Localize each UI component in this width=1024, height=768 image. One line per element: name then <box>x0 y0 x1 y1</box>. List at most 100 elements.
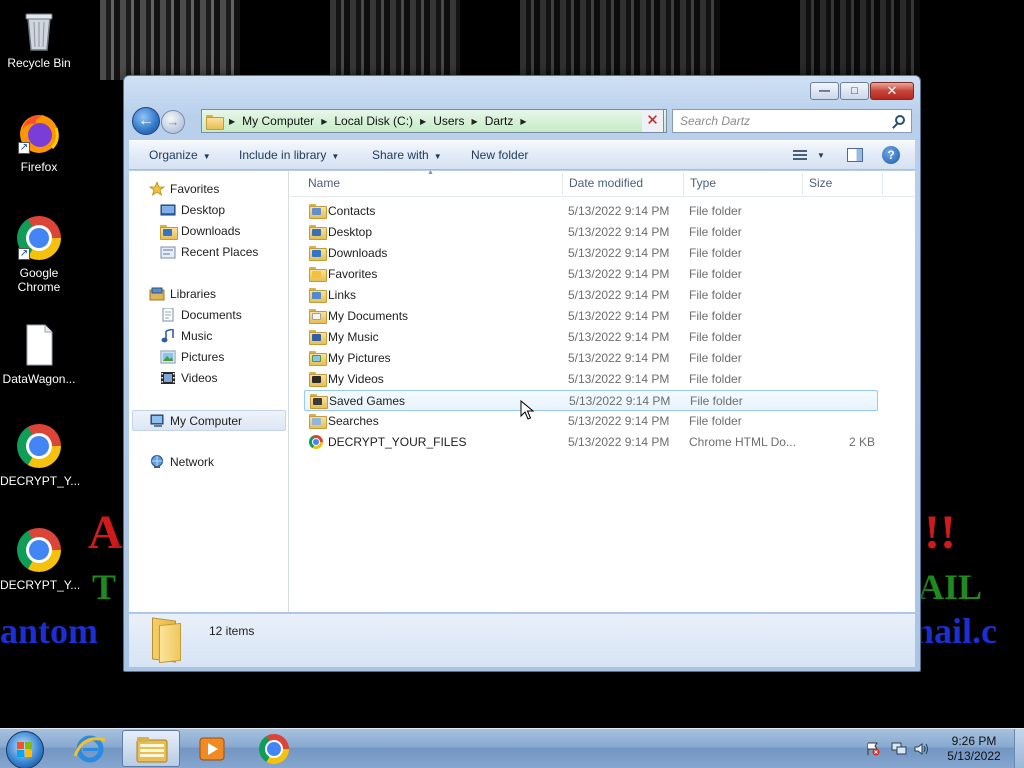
navigation-bar: ← → ▶ My Computer ▶ Local Disk (C:) ▶ Us… <box>130 106 914 136</box>
column-divider[interactable] <box>802 173 803 195</box>
column-header-name[interactable]: Name <box>308 171 340 196</box>
file-name: Downloads <box>328 246 388 260</box>
system-clock[interactable]: 9:26 PM 5/13/2022 <box>936 734 1012 764</box>
back-arrow-icon: ← <box>138 112 154 129</box>
nav-my-computer[interactable]: My Computer <box>132 410 286 431</box>
desktop-icon-datawagon[interactable]: DataWagon... <box>0 322 78 386</box>
maximize-button[interactable]: □ <box>840 82 869 100</box>
search-icon[interactable] <box>895 115 905 125</box>
music-folder-icon <box>309 330 327 345</box>
chrome-icon <box>16 424 62 470</box>
action-center-flag-icon[interactable] <box>866 742 880 756</box>
breadcrumb-my-computer[interactable]: My Computer <box>242 114 314 128</box>
taskbar-windows-explorer[interactable] <box>122 730 180 767</box>
internet-explorer-icon <box>73 735 106 763</box>
chevron-down-icon: ▼ <box>202 152 211 161</box>
folder-icon <box>206 114 224 130</box>
file-row-links[interactable]: Links 5/13/2022 9:14 PM File folder <box>304 285 878 306</box>
desktop-icon-decrypt-2[interactable]: DECRYPT_Y... <box>0 528 80 592</box>
organize-button[interactable]: Organize ▼ <box>149 141 211 171</box>
file-type: File folder <box>689 414 742 428</box>
desktop-icon-google-chrome[interactable]: ↗ Google Chrome <box>0 216 78 294</box>
wallpaper-noise <box>800 0 920 80</box>
address-bar[interactable]: ▶ My Computer ▶ Local Disk (C:) ▶ Users … <box>201 109 667 133</box>
taskbar-chrome[interactable] <box>244 730 302 767</box>
nav-item-label: Recent Places <box>181 245 259 259</box>
file-type: File folder <box>689 225 742 239</box>
desktop-icon-recycle-bin[interactable]: Recycle Bin <box>0 6 78 70</box>
column-header-type[interactable]: Type <box>690 171 716 196</box>
change-view-icon[interactable] <box>793 150 807 161</box>
file-name: Desktop <box>328 225 373 239</box>
file-row-searches[interactable]: Searches 5/13/2022 9:14 PM File folder <box>304 411 878 432</box>
forward-button[interactable]: → <box>161 110 185 134</box>
wallpaper-text: nail.c <box>914 611 998 651</box>
file-row-favorites[interactable]: Favorites 5/13/2022 9:14 PM File folder <box>304 264 878 285</box>
file-date: 5/13/2022 9:14 PM <box>568 246 670 260</box>
close-button[interactable]: ✕ <box>870 82 914 100</box>
file-type: File folder <box>689 351 742 365</box>
desktop-icon-firefox[interactable]: ↗ Firefox <box>0 110 78 174</box>
file-row-desktop[interactable]: Desktop 5/13/2022 9:14 PM File folder <box>304 222 878 243</box>
file-row-downloads[interactable]: Downloads 5/13/2022 9:14 PM File folder <box>304 243 878 264</box>
breadcrumb-dartz[interactable]: Dartz <box>485 114 514 128</box>
breadcrumb: ▶ My Computer ▶ Local Disk (C:) ▶ Users … <box>222 114 534 128</box>
file-row-saved-games[interactable]: Saved Games 5/13/2022 9:14 PM File folde… <box>304 390 878 411</box>
column-divider[interactable] <box>882 173 883 195</box>
breadcrumb-local-disk[interactable]: Local Disk (C:) <box>334 114 413 128</box>
help-icon[interactable]: ? <box>882 146 900 164</box>
file-row-my-videos[interactable]: My Videos 5/13/2022 9:14 PM File folder <box>304 369 878 390</box>
chevron-right-icon[interactable]: ▶ <box>420 117 426 126</box>
start-button[interactable] <box>6 731 44 768</box>
wallpaper-text: !! <box>924 506 956 559</box>
taskbar-media-player[interactable] <box>183 730 241 767</box>
nav-my-computer-label: My Computer <box>170 414 243 428</box>
column-divider[interactable] <box>562 173 563 195</box>
column-header-size[interactable]: Size <box>809 171 832 196</box>
desktop-icon-decrypt-1[interactable]: DECRYPT_Y... <box>0 424 81 488</box>
column-header-date-modified[interactable]: Date modified <box>569 171 643 196</box>
include-in-library-label: Include in library <box>239 148 327 162</box>
back-button[interactable]: ← <box>132 107 160 135</box>
search-placeholder: Search Dartz <box>680 114 751 128</box>
desktop-icon-label: DECRYPT_Y... <box>0 474 81 488</box>
file-row-my-pictures[interactable]: My Pictures 5/13/2022 9:14 PM File folde… <box>304 348 878 369</box>
clock-date: 5/13/2022 <box>947 749 1001 763</box>
file-name: My Music <box>328 330 379 344</box>
chevron-right-icon[interactable]: ▶ <box>520 117 526 126</box>
chevron-right-icon[interactable]: ▶ <box>472 117 478 126</box>
new-folder-button[interactable]: New folder <box>471 141 528 170</box>
sort-ascending-icon: ▲ <box>427 169 434 176</box>
file-date: 5/13/2022 9:14 PM <box>568 309 670 323</box>
file-date: 5/13/2022 9:14 PM <box>568 267 670 281</box>
saved-games-folder-icon <box>310 394 328 409</box>
pictures-folder-icon <box>309 351 327 366</box>
file-row-my-documents[interactable]: My Documents 5/13/2022 9:14 PM File fold… <box>304 306 878 327</box>
file-row-my-music[interactable]: My Music 5/13/2022 9:14 PM File folder <box>304 327 878 348</box>
breadcrumb-users[interactable]: Users <box>433 114 464 128</box>
stop-button[interactable]: ✕ <box>642 109 664 133</box>
include-in-library-button[interactable]: Include in library ▼ <box>239 141 339 171</box>
file-type: Chrome HTML Do... <box>689 435 796 449</box>
network-status-icon[interactable] <box>891 742 907 756</box>
file-date: 5/13/2022 9:14 PM <box>568 372 670 386</box>
share-with-button[interactable]: Share with ▼ <box>372 141 442 171</box>
chevron-right-icon[interactable]: ▶ <box>321 117 327 126</box>
volume-icon[interactable] <box>914 742 928 756</box>
file-row-decrypt-your-files[interactable]: DECRYPT_YOUR_FILES 5/13/2022 9:14 PM Chr… <box>304 432 878 453</box>
taskbar-internet-explorer[interactable] <box>61 730 119 767</box>
nav-item-label: Music <box>181 329 213 343</box>
videos-icon <box>160 371 176 385</box>
file-name: Saved Games <box>329 394 406 408</box>
search-box[interactable]: Search Dartz <box>672 109 912 133</box>
chevron-down-icon[interactable]: ▼ <box>817 141 825 170</box>
desktop-folder-icon <box>309 225 327 240</box>
minimize-button[interactable]: — <box>810 82 839 100</box>
column-divider[interactable] <box>683 173 684 195</box>
explorer-window[interactable]: — □ ✕ ← → ▶ My Computer ▶ Local Disk (C:… <box>123 75 921 672</box>
show-desktop-button[interactable] <box>1014 729 1024 768</box>
mouse-cursor-icon <box>520 400 534 420</box>
organize-label: Organize <box>149 148 198 162</box>
file-row-contacts[interactable]: Contacts 5/13/2022 9:14 PM File folder <box>304 201 878 222</box>
preview-pane-icon[interactable] <box>847 148 863 162</box>
